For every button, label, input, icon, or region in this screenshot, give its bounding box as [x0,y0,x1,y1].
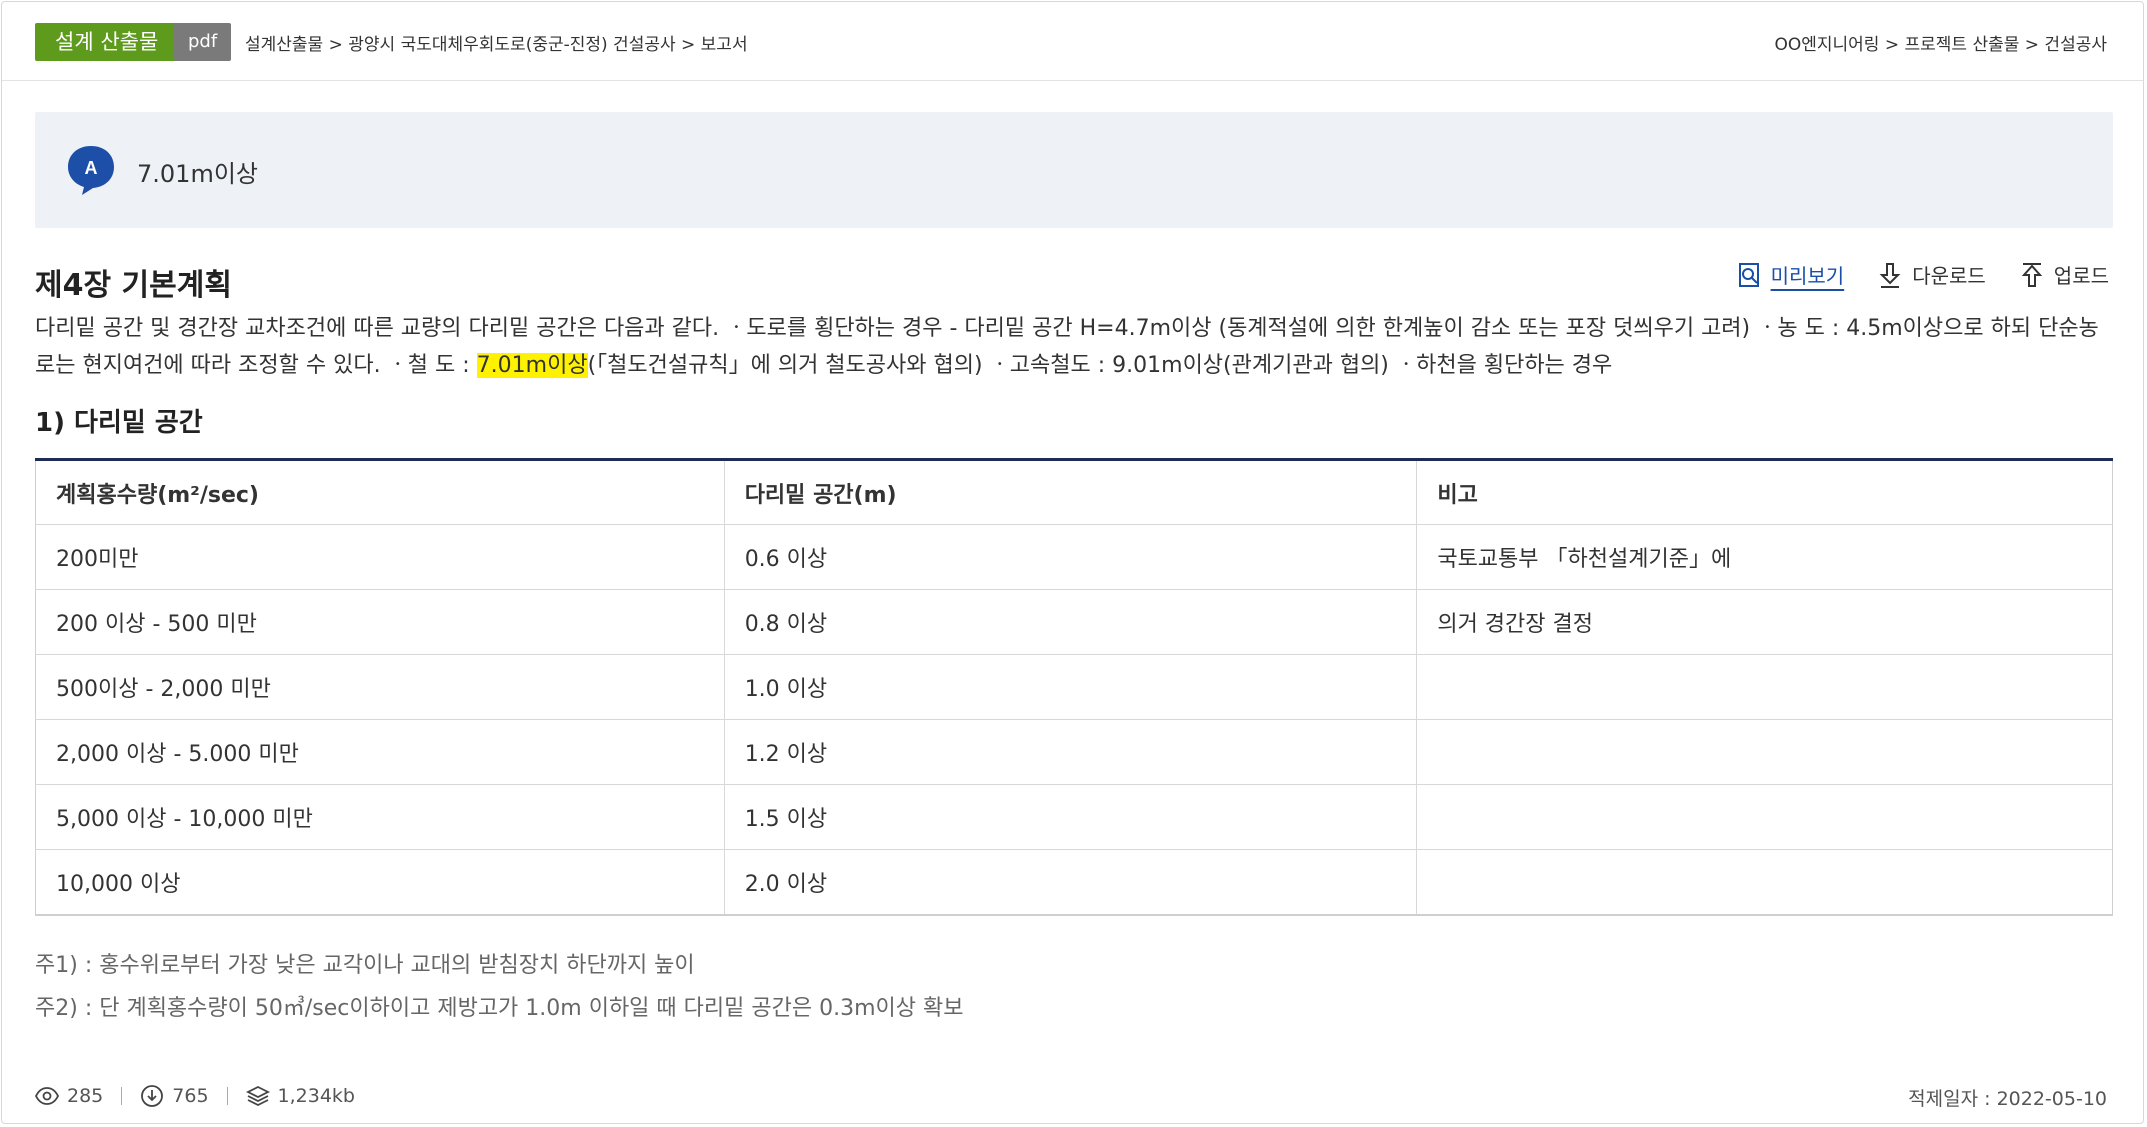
highlighted-answer: 7.01m이상 [476,353,588,378]
table-row: 500이상 - 2,000 미만 1.0 이상 [35,654,2113,720]
layers-icon [245,1085,270,1107]
download-count-value: 765 [172,1085,209,1107]
table-cell: 0.6 이상 [724,524,1418,590]
table-cell [1416,784,2113,850]
download-icon [1879,262,1901,288]
eye-icon [35,1087,59,1105]
breadcrumb-organization[interactable]: OO엔지니어링 > 프로젝트 산출물 > 건설공사 [1774,30,2107,55]
category-tag: 설계 산출물 [35,23,179,61]
download-label: 다운로드 [1912,264,1986,288]
download-button[interactable]: 다운로드 [1876,260,1986,289]
document-actions: 미리보기 다운로드 업로드 [1735,260,2109,289]
table-cell: 200 이상 - 500 미만 [35,589,725,655]
section-title: 1) 다리밑 공간 [35,408,203,438]
table-cell: 국토교통부 「하천설계기준」에 [1416,524,2113,590]
table-cell: 1.5 이상 [724,784,1418,850]
table-row: 5,000 이상 - 10,000 미만 1.5 이상 [35,784,2113,850]
download-circle-icon [141,1085,164,1107]
stats-footer: 285 765 1,234kb [35,1084,355,1108]
table-cell: 5,000 이상 - 10,000 미만 [35,784,725,850]
chapter-title: 제4장 기본계획 [35,268,232,303]
file-size: 1,234kb [245,1084,355,1108]
answer-bubble-icon: A [68,146,114,195]
preview-button[interactable]: 미리보기 [1735,260,1845,289]
preview-label: 미리보기 [1770,264,1845,288]
divider [226,1087,228,1105]
table-cell: 2,000 이상 - 5.000 미만 [35,719,725,785]
divider [121,1087,123,1105]
table-cell: 2.0 이상 [724,849,1418,915]
table-row: 200 이상 - 500 미만 0.8 이상 의거 경간장 결정 [35,589,2113,655]
table-cell: 1.2 이상 [724,719,1418,785]
clearance-table: 계획홍수량(m²/sec) 다리밑 공간(m) 비고 200미만 0.6 이상 … [35,458,2113,916]
paragraph-text-continued: (「철도건설규칙」에 의거 철도공사와 협의) ㆍ고속철도 : 9.01m이상(… [587,353,1613,378]
table-cell: 500이상 - 2,000 미만 [35,654,725,720]
footnote: 주2) : 단 계획홍수량이 50㎥/sec이하이고 제방고가 1.0m 이하일… [35,996,964,1021]
footnote: 주1) : 홍수위로부터 가장 낮은 교각이나 교대의 받침장치 하단까지 높이 [35,953,695,978]
table-header-cell: 계획홍수량(m²/sec) [35,459,725,525]
table-row: 2,000 이상 - 5.000 미만 1.2 이상 [35,719,2113,785]
answer-text: 7.01m이상 [137,160,258,188]
file-type-badge: pdf [174,23,232,61]
table-cell [1416,719,2113,785]
answer-box: A 7.01m이상 [35,112,2113,228]
table-header-cell: 비고 [1416,459,2113,525]
table-cell [1416,654,2113,720]
table-cell: 0.8 이상 [724,589,1418,655]
view-count: 285 [35,1084,103,1108]
table-header-cell: 다리밑 공간(m) [724,459,1418,525]
breadcrumb[interactable]: 설계산출물 > 광양시 국도대체우회도로(중군-진정) 건설공사 > 보고서 [245,30,748,55]
table-header-row: 계획홍수량(m²/sec) 다리밑 공간(m) 비고 [35,459,2113,525]
table-cell: 1.0 이상 [724,654,1418,720]
top-bar: 설계 산출물 pdf 설계산출물 > 광양시 국도대체우회도로(중군-진정) 건… [2,2,2143,81]
table-cell: 10,000 이상 [35,849,725,915]
table-cell: 200미만 [35,524,725,590]
preview-icon [1738,262,1759,287]
download-count: 765 [140,1084,209,1108]
table-cell [1416,849,2113,915]
upload-label: 업로드 [2053,264,2109,288]
file-size-value: 1,234kb [277,1085,355,1107]
table-row: 200미만 0.6 이상 국토교통부 「하천설계기준」에 [35,524,2113,590]
table-cell: 의거 경간장 결정 [1416,589,2113,655]
table-row: 10,000 이상 2.0 이상 [35,849,2113,915]
document-card: 설계 산출물 pdf 설계산출물 > 광양시 국도대체우회도로(중군-진정) 건… [1,1,2144,1124]
svg-text:A: A [85,158,98,178]
upload-date: 적제일자 : 2022-05-10 [1908,1088,2107,1110]
upload-icon [2021,262,2043,287]
upload-button[interactable]: 업로드 [2018,260,2109,289]
document-paragraph: 다리밑 공간 및 경간장 교차조건에 따른 교량의 다리밑 공간은 다음과 같다… [35,310,2115,384]
view-count-value: 285 [67,1085,104,1107]
